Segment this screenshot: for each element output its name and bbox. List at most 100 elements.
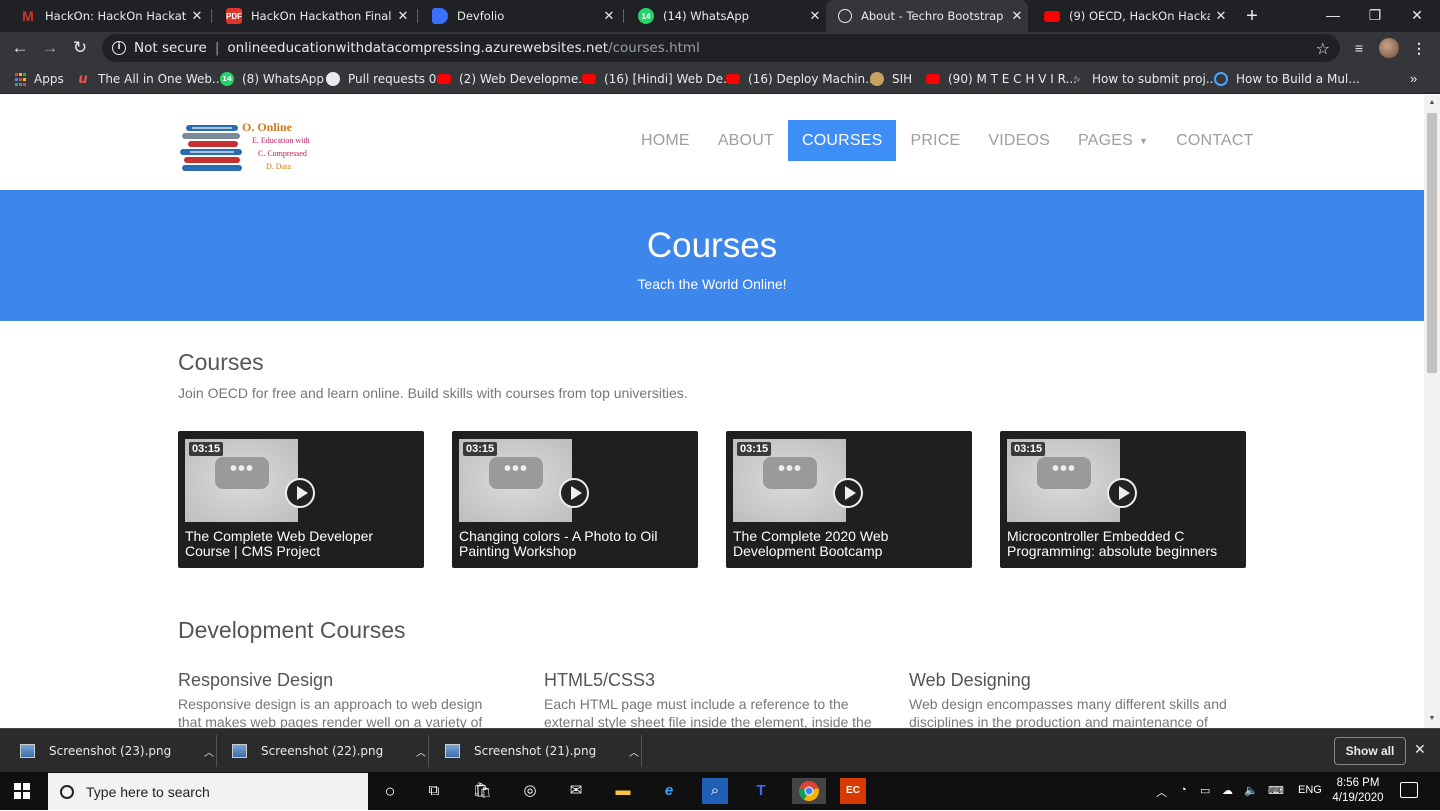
show-all-button[interactable]: Show all [1334,737,1406,765]
back-arrow-icon[interactable]: ← [8,36,32,60]
bookmark-pull-requests[interactable]: Pull requests 0 [326,71,436,87]
tab-techro-about[interactable]: About - Techro Bootstrap ter ✕ [826,0,1028,32]
nav-price[interactable]: PRICE [896,120,974,161]
chrome-icon[interactable] [792,778,826,804]
minimize-button[interactable]: — [1310,0,1356,32]
chevron-up-icon[interactable]: ︿ [1156,784,1167,800]
bookmark-whatsapp[interactable]: 14 (8) WhatsApp [220,71,324,87]
bookmark-submit-project[interactable]: ∿ How to submit proj... [1070,71,1217,87]
course-card[interactable]: 03:15 ••• Changing colors - A Photo to O… [452,431,698,568]
course-card[interactable]: 03:15 ••• Microcontroller Embedded C Pro… [1000,431,1246,568]
course-title[interactable]: The Complete Web Developer Course | CMS … [185,529,421,559]
chevron-up-icon[interactable]: ︿ [416,744,426,759]
menu-kebab-icon[interactable]: ⋮ [1409,38,1429,58]
download-item[interactable]: Screenshot (23).png ︿ [20,729,214,773]
download-item[interactable]: Screenshot (21).png ︿ [445,729,639,773]
close-icon[interactable]: ✕ [1414,741,1426,758]
chevron-up-icon[interactable]: ︿ [204,744,214,759]
keyboard-icon[interactable]: ⌨ [1268,784,1284,797]
nav-courses[interactable]: COURSES [787,120,897,161]
taskbar-search-input[interactable]: Type here to search [48,773,368,810]
onedrive-icon[interactable]: ☁ [1222,784,1233,797]
nav-about[interactable]: ABOUT [704,120,788,161]
dev-course-column: Web Designing Web design encompasses man… [909,670,1239,728]
address-bar[interactable]: i Not secure | onlineeducationwithdataco… [102,34,1340,62]
bookmark-star-icon[interactable]: ☆ [1316,39,1330,58]
close-icon[interactable]: ✕ [186,8,208,24]
close-icon[interactable]: ✕ [392,8,414,24]
nav-pages[interactable]: PAGES ▼ [1064,120,1162,161]
profile-avatar[interactable] [1379,38,1399,58]
play-icon[interactable] [1107,478,1137,508]
bookmark-all-in-one-web[interactable]: u The All in One Web... [76,71,223,87]
close-window-button[interactable]: ✕ [1394,0,1440,32]
new-tab-button[interactable]: + [1240,4,1264,28]
url-path: /courses.html [608,40,700,56]
close-icon[interactable]: ✕ [1210,8,1232,24]
scroll-up-icon[interactable]: ▲ [1424,99,1440,106]
battery-icon[interactable]: ▭ [1200,784,1210,797]
internet-explorer-icon[interactable]: e [656,778,682,804]
bookmark-label: (90) M T E C H V I R... [948,72,1077,86]
cortana-icon[interactable]: ○ [377,778,403,804]
course-title[interactable]: Microcontroller Embedded C Programming: … [1007,529,1243,559]
bookmark-label: (2) Web Developme... [459,72,590,86]
reload-icon[interactable]: ↻ [68,36,92,60]
chevron-double-right-icon[interactable]: » [1410,71,1417,86]
devfolio-icon [432,8,448,24]
play-icon[interactable] [559,478,589,508]
bookmark-apps[interactable]: Apps [14,71,64,87]
media-control-icon[interactable]: ≡ [1349,38,1369,58]
gmail-icon: M [20,8,36,24]
tab-devfolio[interactable]: Devfolio ✕ [420,0,620,32]
play-icon[interactable] [285,478,315,508]
play-icon[interactable] [833,478,863,508]
tab-hackon-gmail[interactable]: M HackOn: HackOn Hackathon ✕ [8,0,208,32]
store-icon[interactable]: 🛍 [469,778,495,804]
course-title[interactable]: The Complete 2020 Web Development Bootca… [733,529,969,559]
media-player-icon[interactable]: ◎ [517,778,543,804]
wifi-icon[interactable]: ◔ [1180,784,1187,796]
teams-icon[interactable]: T [748,778,774,804]
nav-home[interactable]: HOME [627,120,704,161]
tab-oecd-youtube[interactable]: (9) OECD, HackOn Hackatho ✕ [1032,0,1232,32]
system-clock[interactable]: 8:56 PM 4/19/2020 [1330,776,1386,806]
presentation-app-icon[interactable]: EC [840,778,866,804]
chevron-up-icon[interactable]: ︿ [629,744,639,759]
nav-videos[interactable]: VIDEOS [974,120,1064,161]
page-scrollbar[interactable]: ▲ ▼ [1424,95,1440,728]
tab-hackon-pdf[interactable]: PDF HackOn Hackathon Final Pro ✕ [214,0,414,32]
volume-icon[interactable]: 🔈 [1244,784,1258,797]
download-item[interactable]: Screenshot (22).png ︿ [232,729,426,773]
more-dots-icon: ••• [215,457,269,489]
course-card[interactable]: 03:15 ••• The Complete 2020 Web Developm… [726,431,972,568]
magnifier-icon[interactable]: ⌕ [702,778,728,804]
windows-start-icon[interactable] [14,783,30,799]
bookmark-web-development[interactable]: (2) Web Developme... [437,71,590,87]
close-icon[interactable]: ✕ [598,8,620,24]
bookmark-build-multi[interactable]: How to Build a Mul... [1214,71,1360,87]
logo-line: D. Data [266,162,291,171]
bookmark-hindi-web-dev[interactable]: (16) [Hindi] Web De... [582,71,735,87]
notification-center-icon[interactable] [1400,782,1418,798]
bookmark-sih[interactable]: SIH [870,71,912,87]
language-indicator[interactable]: ENG [1298,784,1322,796]
forward-arrow-icon[interactable]: → [38,36,62,60]
site-logo[interactable]: O. Online E. Education with C. Compresse… [178,121,328,183]
task-view-icon[interactable]: ⧉ [421,778,447,804]
file-explorer-icon[interactable]: ▬ [610,778,636,804]
course-title[interactable]: Changing colors - A Photo to Oil Paintin… [459,529,695,559]
close-icon[interactable]: ✕ [804,8,826,24]
bookmark-mtechviral[interactable]: (90) M T E C H V I R... [926,71,1077,87]
mail-icon[interactable]: ✉ [563,778,589,804]
course-card[interactable]: 03:15 ••• The Complete Web Developer Cou… [178,431,424,568]
scrollbar-thumb[interactable] [1427,113,1437,373]
bulb-icon [870,72,884,86]
restore-button[interactable]: ❐ [1352,0,1398,32]
nav-contact[interactable]: CONTACT [1162,120,1268,161]
info-icon[interactable]: i [112,41,126,55]
tab-whatsapp[interactable]: 14 (14) WhatsApp ✕ [626,0,826,32]
scroll-down-icon[interactable]: ▼ [1424,715,1440,722]
close-icon[interactable]: ✕ [1006,8,1028,24]
bookmark-deploy-machine[interactable]: (16) Deploy Machin... [726,71,877,87]
